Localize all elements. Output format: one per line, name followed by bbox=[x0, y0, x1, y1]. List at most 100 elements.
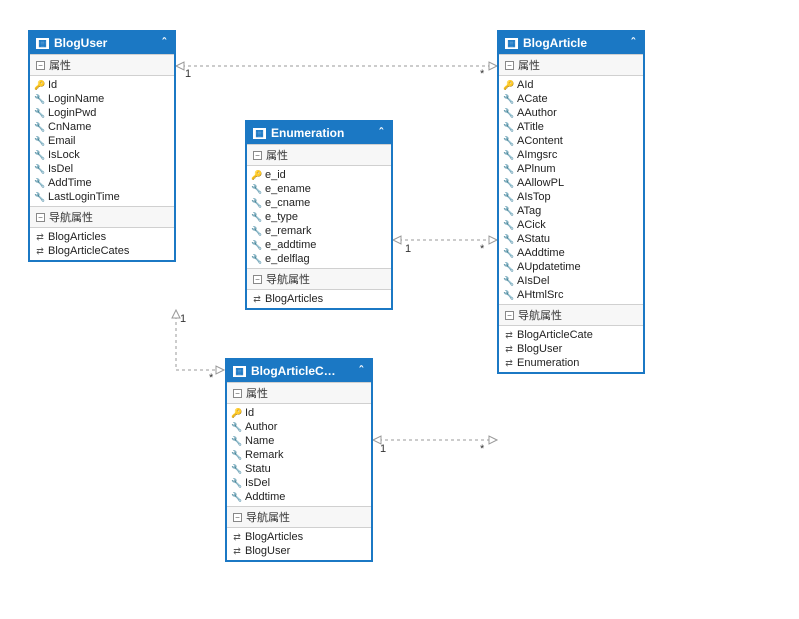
property[interactable]: 🔧AIsDel bbox=[499, 274, 643, 288]
table-icon: ▦ bbox=[36, 38, 49, 49]
property[interactable]: 🔧AHtmlSrc bbox=[499, 288, 643, 302]
entity-header[interactable]: ▦ Enumeration ˆ bbox=[247, 122, 391, 144]
entity-bloguser[interactable]: ▦ BlogUser ˆ − 属性 🔑Id🔧LoginName🔧LoginPwd… bbox=[28, 30, 176, 262]
property[interactable]: 🔧Remark bbox=[227, 448, 371, 462]
property-name: e_ename bbox=[265, 183, 311, 195]
wrench-icon: 🔧 bbox=[503, 164, 515, 175]
collapse-icon[interactable]: ˆ bbox=[630, 36, 637, 50]
section-header-nav[interactable]: − 导航属性 bbox=[247, 268, 391, 290]
property-name: Name bbox=[245, 435, 274, 447]
entity-header[interactable]: ▦ BlogArticle ˆ bbox=[499, 32, 643, 54]
nav-property[interactable]: ⇄Enumeration bbox=[499, 356, 643, 370]
property[interactable]: 🔧AAddtime bbox=[499, 246, 643, 260]
collapse-icon[interactable]: ˆ bbox=[161, 36, 168, 50]
nav-property[interactable]: ⇄BlogUser bbox=[227, 544, 371, 558]
property-name: Id bbox=[48, 79, 57, 91]
collapse-icon[interactable]: ˆ bbox=[358, 364, 365, 378]
entity-title: Enumeration bbox=[271, 126, 344, 140]
nav-property[interactable]: ⇄BlogArticles bbox=[30, 230, 174, 244]
nav-property[interactable]: ⇄BlogUser bbox=[499, 342, 643, 356]
property[interactable]: 🔧AImgsrc bbox=[499, 148, 643, 162]
section-header-nav[interactable]: − 导航属性 bbox=[227, 506, 371, 528]
property[interactable]: 🔧AStatu bbox=[499, 232, 643, 246]
entity-header[interactable]: ▦ BlogUser ˆ bbox=[30, 32, 174, 54]
property-name: AAllowPL bbox=[517, 177, 564, 189]
property[interactable]: 🔧IsDel bbox=[30, 162, 174, 176]
property[interactable]: 🔧e_ename bbox=[247, 182, 391, 196]
property[interactable]: 🔧LoginPwd bbox=[30, 106, 174, 120]
section-label: 属性 bbox=[49, 57, 71, 73]
nav-property[interactable]: ⇄BlogArticles bbox=[227, 530, 371, 544]
nav-property[interactable]: ⇄BlogArticles bbox=[247, 292, 391, 306]
property[interactable]: 🔑e_id bbox=[247, 168, 391, 182]
property[interactable]: 🔧Statu bbox=[227, 462, 371, 476]
wrench-icon: 🔧 bbox=[503, 248, 515, 259]
property[interactable]: 🔧LoginName bbox=[30, 92, 174, 106]
wrench-icon: 🔧 bbox=[503, 136, 515, 147]
wrench-icon: 🔧 bbox=[503, 108, 515, 119]
property[interactable]: 🔧AIsTop bbox=[499, 190, 643, 204]
property[interactable]: 🔧AUpdatetime bbox=[499, 260, 643, 274]
property-name: BlogArticleCates bbox=[48, 245, 129, 257]
wrench-icon: 🔧 bbox=[251, 198, 263, 209]
property[interactable]: 🔧IsDel bbox=[227, 476, 371, 490]
property[interactable]: 🔧AddTime bbox=[30, 176, 174, 190]
property[interactable]: 🔧Addtime bbox=[227, 490, 371, 504]
minus-icon: − bbox=[253, 275, 262, 284]
property[interactable]: 🔧Author bbox=[227, 420, 371, 434]
property[interactable]: 🔑Id bbox=[227, 406, 371, 420]
section-header-props[interactable]: − 属性 bbox=[247, 144, 391, 166]
property[interactable]: 🔑Id bbox=[30, 78, 174, 92]
wrench-icon: 🔧 bbox=[503, 122, 515, 133]
property[interactable]: 🔧e_cname bbox=[247, 196, 391, 210]
property[interactable]: 🔧AContent bbox=[499, 134, 643, 148]
property[interactable]: 🔧e_remark bbox=[247, 224, 391, 238]
collapse-icon[interactable]: ˆ bbox=[378, 126, 385, 140]
wrench-icon: 🔧 bbox=[34, 192, 46, 203]
cardinality-label: 1 bbox=[380, 443, 386, 455]
property[interactable]: 🔧Name bbox=[227, 434, 371, 448]
property[interactable]: 🔧IsLock bbox=[30, 148, 174, 162]
section-label: 属性 bbox=[518, 57, 540, 73]
property[interactable]: 🔧e_delflag bbox=[247, 252, 391, 266]
property[interactable]: 🔧APlnum bbox=[499, 162, 643, 176]
section-header-nav[interactable]: − 导航属性 bbox=[499, 304, 643, 326]
wrench-icon: 🔧 bbox=[34, 136, 46, 147]
property[interactable]: 🔧ATitle bbox=[499, 120, 643, 134]
entity-enumeration[interactable]: ▦ Enumeration ˆ − 属性 🔑e_id🔧e_ename🔧e_cna… bbox=[245, 120, 393, 310]
property[interactable]: 🔑AId bbox=[499, 78, 643, 92]
props-list: 🔑AId🔧ACate🔧AAuthor🔧ATitle🔧AContent🔧AImgs… bbox=[499, 76, 643, 304]
section-header-props[interactable]: − 属性 bbox=[227, 382, 371, 404]
section-header-props[interactable]: − 属性 bbox=[499, 54, 643, 76]
props-list: 🔑e_id🔧e_ename🔧e_cname🔧e_type🔧e_remark🔧e_… bbox=[247, 166, 391, 268]
property[interactable]: 🔧ACate bbox=[499, 92, 643, 106]
wrench-icon: 🔧 bbox=[34, 164, 46, 175]
cardinality-label: 1 bbox=[180, 313, 186, 325]
nav-property[interactable]: ⇄BlogArticleCate bbox=[499, 328, 643, 342]
property[interactable]: 🔧LastLoginTime bbox=[30, 190, 174, 204]
nav-property[interactable]: ⇄BlogArticleCates bbox=[30, 244, 174, 258]
section-header-nav[interactable]: − 导航属性 bbox=[30, 206, 174, 228]
wrench-icon: 🔧 bbox=[503, 290, 515, 301]
property[interactable]: 🔧CnName bbox=[30, 120, 174, 134]
property-name: e_id bbox=[265, 169, 286, 181]
property[interactable]: 🔧AAllowPL bbox=[499, 176, 643, 190]
wrench-icon: 🔧 bbox=[251, 184, 263, 195]
nav-list: ⇄BlogArticles bbox=[247, 290, 391, 308]
section-header-props[interactable]: − 属性 bbox=[30, 54, 174, 76]
property[interactable]: 🔧AAuthor bbox=[499, 106, 643, 120]
wrench-icon: 🔧 bbox=[251, 226, 263, 237]
wrench-icon: 🔧 bbox=[34, 94, 46, 105]
entity-header[interactable]: ▦ BlogArticleC… ˆ bbox=[227, 360, 371, 382]
property[interactable]: 🔧e_addtime bbox=[247, 238, 391, 252]
entity-blogarticle[interactable]: ▦ BlogArticle ˆ − 属性 🔑AId🔧ACate🔧AAuthor🔧… bbox=[497, 30, 645, 374]
property[interactable]: 🔧Email bbox=[30, 134, 174, 148]
property-name: AContent bbox=[517, 135, 563, 147]
entity-title: BlogUser bbox=[54, 36, 107, 50]
property[interactable]: 🔧ACick bbox=[499, 218, 643, 232]
property[interactable]: 🔧e_type bbox=[247, 210, 391, 224]
property-name: AIsTop bbox=[517, 191, 551, 203]
property[interactable]: 🔧ATag bbox=[499, 204, 643, 218]
entity-blogarticlecate[interactable]: ▦ BlogArticleC… ˆ − 属性 🔑Id🔧Author🔧Name🔧R… bbox=[225, 358, 373, 562]
section-label: 导航属性 bbox=[518, 307, 562, 323]
